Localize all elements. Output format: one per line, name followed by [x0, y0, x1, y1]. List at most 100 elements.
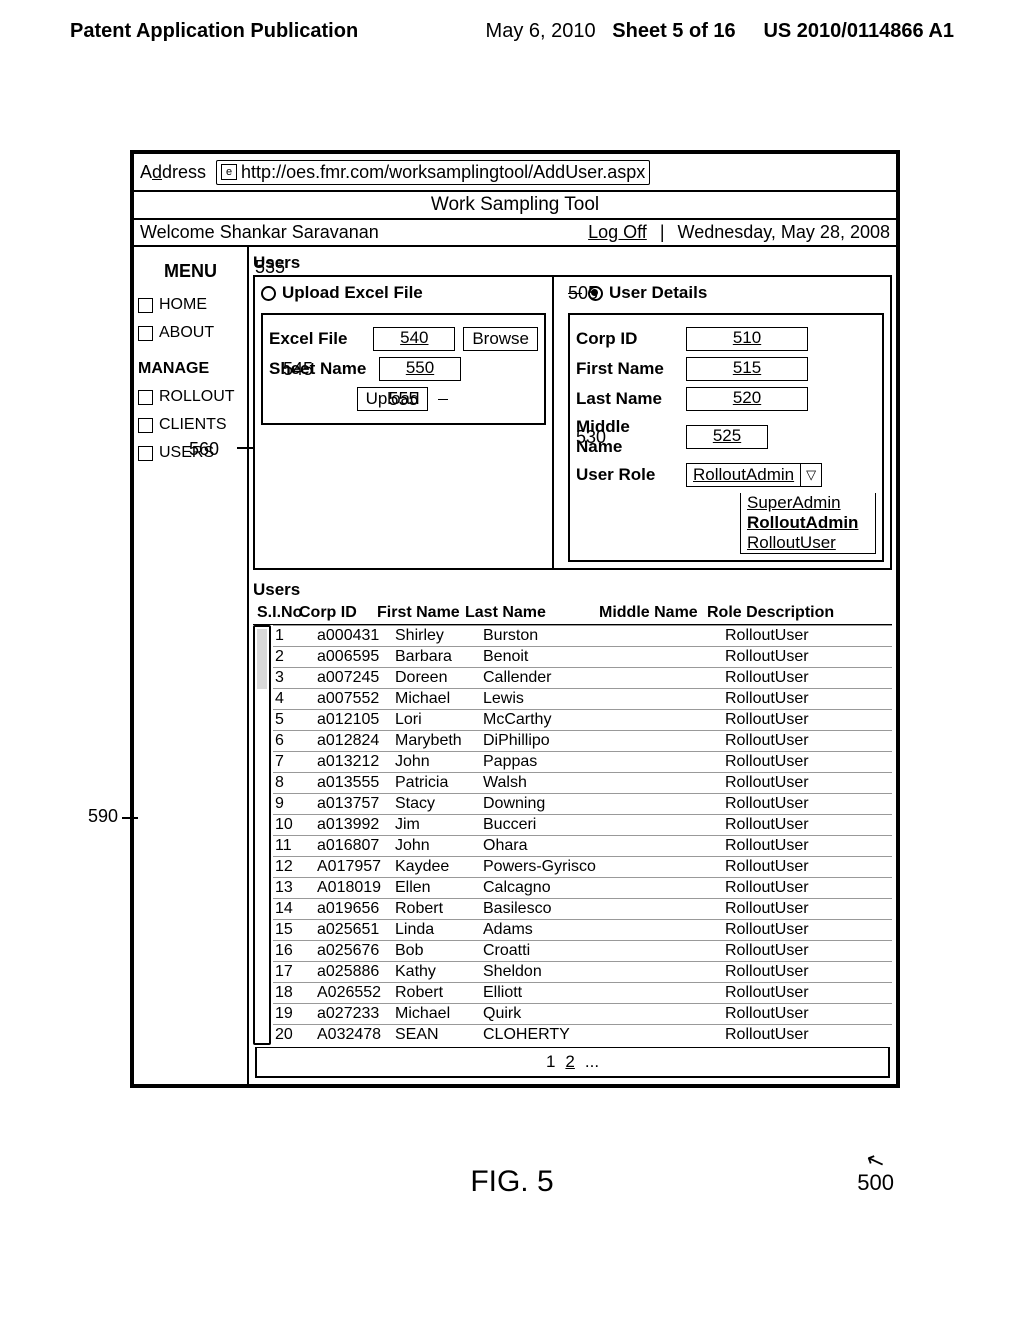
menu-item-label: HOME [159, 296, 207, 314]
corpid-label: Corp ID [576, 329, 678, 349]
cell-middlename [617, 711, 725, 729]
cell-lastname: Powers-Gyrisco [483, 858, 617, 876]
cell-firstname: Kathy [395, 963, 483, 981]
cell-middlename [617, 690, 725, 708]
logoff-link[interactable]: Log Off [588, 222, 647, 242]
cell-sino: 3 [275, 669, 317, 687]
page-2[interactable]: 2 [565, 1052, 574, 1072]
cell-role: RolloutUser [725, 795, 890, 813]
cell-role: RolloutUser [725, 900, 890, 918]
table-row[interactable]: 3a007245DoreenCallenderRolloutUser [273, 667, 892, 688]
last-name-input[interactable]: 520 [686, 387, 808, 411]
table-row[interactable]: 12A017957KaydeePowers-GyriscoRolloutUser [273, 856, 892, 877]
cell-sino: 12 [275, 858, 317, 876]
content-column: Users 535 Upload Excel File Excel File 5… [249, 247, 896, 1084]
callout-555: 555 [388, 389, 418, 410]
cell-corpid: a012824 [317, 732, 395, 750]
menu-item-rollout[interactable]: ROLLOUT [138, 388, 243, 406]
table-row[interactable]: 18A026552RobertElliottRolloutUser [273, 982, 892, 1003]
lead-line-560 [237, 447, 253, 449]
role-option[interactable]: RolloutAdmin [741, 513, 875, 533]
table-row[interactable]: 1a000431ShirleyBurstonRolloutUser [273, 625, 892, 646]
cell-middlename [617, 984, 725, 1002]
two-pane: 535 Upload Excel File Excel File 540 Bro… [253, 275, 892, 570]
details-form: Corp ID 510 First Name 515 Last Name 520 [568, 313, 884, 562]
cell-corpid: a013212 [317, 753, 395, 771]
table-row[interactable]: 15a025651LindaAdamsRolloutUser [273, 919, 892, 940]
page-icon: e [221, 164, 237, 180]
first-name-input[interactable]: 515 [686, 357, 808, 381]
cell-middlename [617, 879, 725, 897]
cell-lastname: Quirk [483, 1005, 617, 1023]
cell-lastname: Basilesco [483, 900, 617, 918]
menu-item-home[interactable]: HOME [138, 296, 243, 314]
cell-middlename [617, 774, 725, 792]
details-pane: 505 User Details Corp ID 510 First Name … [562, 277, 890, 568]
role-option[interactable]: SuperAdmin [741, 493, 875, 513]
table-row[interactable]: 9a013757StacyDowningRolloutUser [273, 793, 892, 814]
cell-lastname: Adams [483, 921, 617, 939]
cell-middlename [617, 837, 725, 855]
cell-role: RolloutUser [725, 858, 890, 876]
menu-item-about[interactable]: ABOUT [138, 324, 243, 342]
cell-middlename [617, 900, 725, 918]
table-row[interactable]: 16a025676BobCroattiRolloutUser [273, 940, 892, 961]
cell-sino: 5 [275, 711, 317, 729]
cell-middlename [617, 942, 725, 960]
middle-name-input[interactable]: 525 [686, 425, 768, 449]
col-corpid: Corp ID [299, 604, 377, 622]
table-row[interactable]: 8a013555PatriciaWalshRolloutUser [273, 772, 892, 793]
table-row[interactable]: 5a012105LoriMcCarthyRolloutUser [273, 709, 892, 730]
cell-corpid: a007552 [317, 690, 395, 708]
table-row[interactable]: 11a016807JohnOharaRolloutUser [273, 835, 892, 856]
table-row[interactable]: 10a013992JimBucceriRolloutUser [273, 814, 892, 835]
table-row[interactable]: 6a012824MarybethDiPhillipoRolloutUser [273, 730, 892, 751]
table-row[interactable]: 13A018019EllenCalcagnoRolloutUser [273, 877, 892, 898]
cell-sino: 9 [275, 795, 317, 813]
callout-560: 560 [189, 439, 219, 460]
cell-sino: 19 [275, 1005, 317, 1023]
excel-file-label: Excel File [269, 329, 365, 349]
cell-role: RolloutUser [725, 837, 890, 855]
browse-button[interactable]: Browse [463, 327, 538, 351]
details-radio-row[interactable]: 505 User Details [568, 283, 884, 303]
cell-corpid: A026552 [317, 984, 395, 1002]
excel-file-input[interactable]: 540 [373, 327, 455, 351]
upload-radio-row[interactable]: Upload Excel File [261, 283, 546, 303]
corpid-input[interactable]: 510 [686, 327, 808, 351]
sheet-name-input[interactable]: 550 [379, 357, 461, 381]
address-input[interactable]: e http://oes.fmr.com/worksamplingtool/Ad… [216, 160, 650, 185]
table-row[interactable]: 17a025886KathySheldonRolloutUser [273, 961, 892, 982]
menu-item-label: ABOUT [159, 324, 214, 342]
table-row[interactable]: 19a027233MichaelQuirkRolloutUser [273, 1003, 892, 1024]
pub-number: US 2010/0114866 A1 [763, 20, 954, 42]
checkbox-icon [138, 298, 153, 313]
table-row[interactable]: 20A032478SEANCLOHERTYRolloutUser [273, 1024, 892, 1045]
scrollbar[interactable] [253, 625, 271, 1045]
cell-corpid: a012105 [317, 711, 395, 729]
role-option[interactable]: RolloutUser [741, 533, 875, 553]
cell-role: RolloutUser [725, 711, 890, 729]
cell-role: RolloutUser [725, 669, 890, 687]
cell-sino: 16 [275, 942, 317, 960]
cell-middlename [617, 816, 725, 834]
figure-number-500: ↖ 500 [857, 1148, 894, 1196]
table-row[interactable]: 4a007552MichaelLewisRolloutUser [273, 688, 892, 709]
checkbox-icon [138, 418, 153, 433]
page-more[interactable]: ... [585, 1052, 599, 1072]
cell-corpid: a006595 [317, 648, 395, 666]
cell-sino: 10 [275, 816, 317, 834]
role-options[interactable]: SuperAdmin RolloutAdmin RolloutUser [740, 493, 876, 554]
user-role-select[interactable]: RolloutAdmin ▽ [686, 463, 822, 487]
cell-lastname: DiPhillipo [483, 732, 617, 750]
cell-lastname: Downing [483, 795, 617, 813]
table-row[interactable]: 2a006595BarbaraBenoitRolloutUser [273, 646, 892, 667]
page-1[interactable]: 1 [546, 1052, 555, 1072]
table-row[interactable]: 7a013212JohnPappasRolloutUser [273, 751, 892, 772]
menu-item-clients[interactable]: CLIENTS [138, 416, 243, 434]
cell-middlename [617, 1005, 725, 1023]
separator: | [660, 222, 665, 242]
cell-role: RolloutUser [725, 732, 890, 750]
body-area: MENU HOME ABOUT MANAGE ROLLOUT CLIENTS U… [134, 247, 896, 1084]
table-row[interactable]: 14a019656RobertBasilescoRolloutUser [273, 898, 892, 919]
